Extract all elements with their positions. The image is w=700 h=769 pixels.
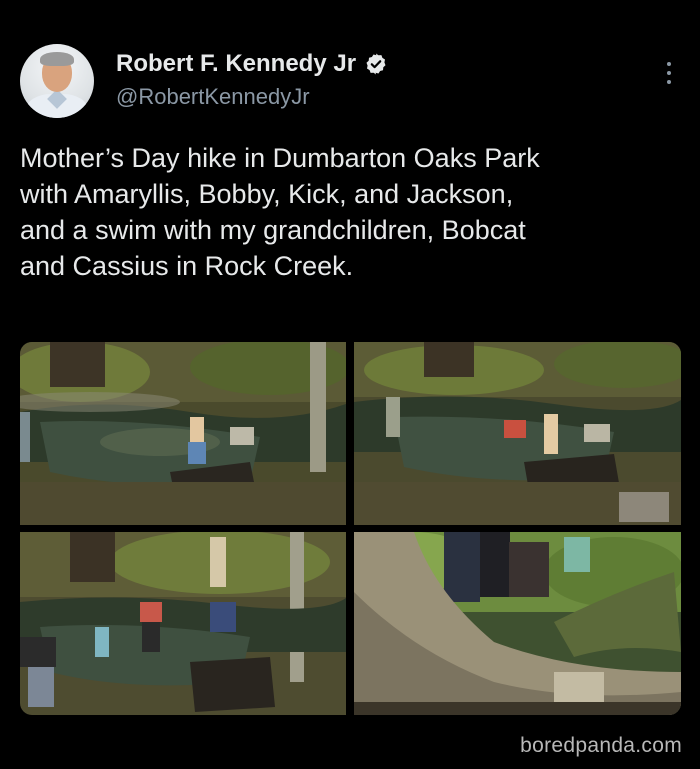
media-grid	[20, 342, 681, 715]
tweet-header: Robert F. Kennedy Jr @RobertKennedyJr	[20, 44, 680, 124]
media-photo-2[interactable]	[354, 342, 681, 525]
avatar-hair	[40, 52, 74, 66]
media-photo-3[interactable]	[20, 532, 346, 715]
tweet-text: Mother’s Day hike in Dumbarton Oaks Park…	[20, 143, 540, 281]
more-options-icon[interactable]	[664, 62, 674, 90]
author-name[interactable]: Robert F. Kennedy Jr	[116, 50, 356, 78]
watermark: boredpanda.com	[520, 734, 682, 757]
media-photo-4[interactable]	[354, 532, 681, 715]
author-name-row: Robert F. Kennedy Jr	[116, 50, 388, 78]
verified-badge-icon	[366, 53, 386, 75]
avatar[interactable]	[20, 44, 94, 118]
author-handle[interactable]: @RobertKennedyJr	[116, 84, 310, 110]
media-photo-1[interactable]	[20, 342, 346, 525]
